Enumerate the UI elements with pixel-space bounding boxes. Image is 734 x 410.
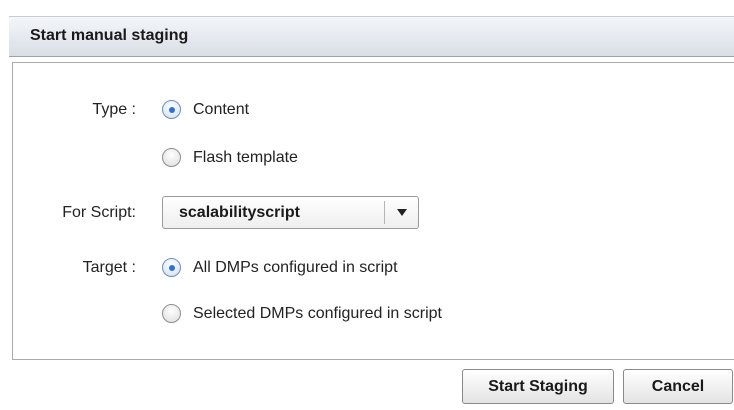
target-option-all-label: All DMPs configured in script: [193, 258, 398, 276]
radio-button-checked[interactable]: [162, 258, 181, 277]
radio-button-checked[interactable]: [162, 100, 181, 119]
target-label: Target :: [82, 259, 136, 276]
cancel-button[interactable]: Cancel: [623, 369, 733, 404]
type-option-flash-template-label: Flash template: [193, 148, 298, 166]
type-radio-content[interactable]: Content: [162, 100, 249, 119]
radio-button[interactable]: [162, 148, 181, 167]
chevron-down-icon[interactable]: [385, 197, 418, 228]
target-radio-selected-dmps[interactable]: Selected DMPs configured in script: [162, 304, 442, 323]
type-radio-flash-template[interactable]: Flash template: [162, 148, 298, 167]
radio-button[interactable]: [162, 304, 181, 323]
dialog-titlebar: Start manual staging: [9, 16, 734, 57]
script-select-value: scalabilityscript: [179, 203, 300, 221]
target-option-selected-label: Selected DMPs configured in script: [193, 304, 442, 322]
start-manual-staging-dialog: Start manual staging Type : Content Flas…: [0, 0, 734, 410]
script-label: For Script:: [62, 204, 136, 221]
start-staging-button[interactable]: Start Staging: [462, 369, 614, 404]
type-label: Type :: [92, 101, 136, 118]
script-select[interactable]: scalabilityscript: [162, 196, 419, 229]
target-radio-all-dmps[interactable]: All DMPs configured in script: [162, 258, 398, 277]
type-option-content-label: Content: [193, 100, 250, 118]
dialog-title: Start manual staging: [30, 27, 189, 44]
